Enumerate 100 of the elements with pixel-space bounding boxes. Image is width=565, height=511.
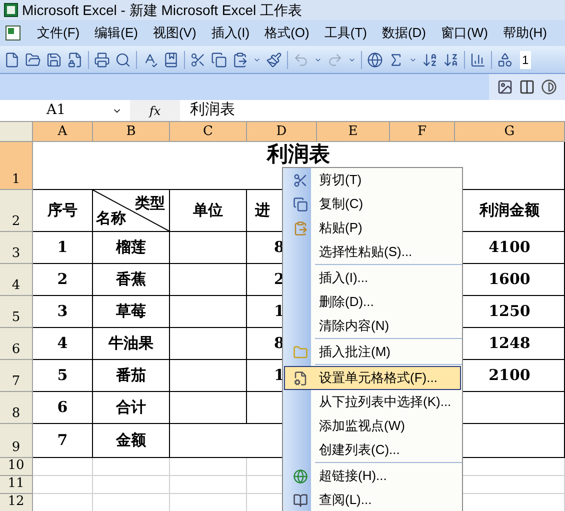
row-header[interactable]: 3 bbox=[0, 232, 33, 264]
folder-icon[interactable] bbox=[25, 52, 41, 68]
cell-text: 香蕉 bbox=[116, 269, 146, 290]
menu-item[interactable]: 插入(I)... bbox=[284, 266, 461, 290]
menu-item[interactable]: 编辑(E) bbox=[94, 23, 138, 43]
menu-item[interactable]: 粘贴(P) bbox=[284, 216, 461, 240]
row-header[interactable]: 12 bbox=[0, 494, 33, 511]
cell-text: 2100 bbox=[488, 365, 530, 386]
format-cells-icon bbox=[292, 370, 308, 386]
drawing-icon[interactable] bbox=[497, 52, 513, 68]
menu-item[interactable]: 创建列表(C)... bbox=[284, 438, 461, 462]
menu-item[interactable]: 选择性粘贴(S)... bbox=[284, 240, 461, 264]
menu-item[interactable]: 窗口(W) bbox=[441, 23, 488, 43]
menu-item[interactable]: 清除内容(N) bbox=[284, 314, 461, 338]
menu-item[interactable]: 视图(V) bbox=[152, 23, 196, 43]
research-icon bbox=[292, 492, 308, 508]
new-file-icon[interactable] bbox=[4, 52, 20, 68]
cell-text: 榴莲 bbox=[116, 237, 146, 258]
menu-item[interactable]: 剪切(T) bbox=[284, 168, 461, 192]
row-header[interactable]: 7 bbox=[0, 360, 33, 392]
column-header[interactable]: D bbox=[247, 122, 317, 142]
row-header[interactable]: 2 bbox=[0, 190, 33, 232]
cut-icon[interactable] bbox=[190, 52, 206, 68]
menu-item[interactable]: 复制(C) bbox=[284, 192, 461, 216]
paste-icon[interactable] bbox=[232, 52, 248, 68]
menu-item[interactable]: 删除(D)... bbox=[284, 290, 461, 314]
hyperlink-icon[interactable] bbox=[367, 52, 383, 68]
menu-item[interactable]: 从下拉列表中选择(K)... bbox=[284, 390, 461, 414]
menu-item[interactable]: 工具(T) bbox=[324, 23, 367, 43]
cell-text: 金额 bbox=[116, 430, 146, 452]
cell-text: 牛油果 bbox=[108, 333, 154, 354]
header-cell-text: 序号 bbox=[48, 200, 78, 222]
cell-text: 草莓 bbox=[116, 301, 146, 322]
workbook-icon[interactable] bbox=[4, 24, 22, 42]
cell-text: 3 bbox=[57, 301, 68, 322]
sort-ascending-icon[interactable] bbox=[422, 52, 438, 68]
cell-text: 6 bbox=[57, 397, 68, 418]
menu-item[interactable]: 数据(D) bbox=[382, 23, 426, 43]
research-icon[interactable] bbox=[163, 52, 179, 68]
fx-label[interactable]: fx bbox=[130, 102, 180, 120]
header-cell-text: 利润金额 bbox=[480, 200, 540, 222]
cell-text: 1 bbox=[274, 365, 284, 386]
row-header[interactable]: 1 bbox=[0, 142, 33, 190]
cell-text: 1600 bbox=[488, 269, 530, 290]
row-header[interactable]: 9 bbox=[0, 424, 33, 458]
menu-item[interactable]: 添加监视点(W) bbox=[284, 414, 461, 438]
header-cell-text: 名称 bbox=[96, 208, 126, 228]
picture-icon[interactable] bbox=[497, 79, 513, 95]
header-cell-text: 类型 bbox=[135, 193, 165, 214]
column-header[interactable]: E bbox=[317, 122, 390, 142]
cell-text: 合计 bbox=[116, 397, 146, 418]
menu-item[interactable]: 插入(I) bbox=[211, 23, 250, 43]
menu-item[interactable]: 设置单元格格式(F)... bbox=[284, 366, 461, 390]
row-header[interactable]: 4 bbox=[0, 264, 33, 296]
column-header[interactable]: F bbox=[390, 122, 455, 142]
name-box[interactable]: A1 bbox=[0, 100, 130, 121]
menu-item[interactable]: 查阅(L)... bbox=[284, 488, 461, 511]
font-size-field[interactable]: 1 bbox=[520, 50, 531, 68]
row-header[interactable]: 10 bbox=[0, 458, 33, 476]
copy-icon[interactable] bbox=[211, 52, 227, 68]
column-header[interactable]: G bbox=[455, 122, 565, 142]
cell-text: 1248 bbox=[488, 333, 530, 354]
column-header[interactable]: B bbox=[93, 122, 170, 142]
paste-icon bbox=[292, 220, 308, 236]
cut-icon bbox=[292, 172, 308, 188]
cell-text: 7 bbox=[57, 430, 68, 452]
menu-item[interactable]: 超链接(H)... bbox=[284, 464, 461, 488]
row-header[interactable]: 11 bbox=[0, 476, 33, 494]
header-cell-text: 单位 bbox=[193, 200, 223, 222]
format-painter-icon[interactable] bbox=[266, 52, 282, 68]
menu-item[interactable]: 文件(F) bbox=[37, 23, 80, 43]
save-icon[interactable] bbox=[46, 52, 62, 68]
sheet-title: 利润表 bbox=[267, 142, 330, 166]
menu-item[interactable]: 格式(O) bbox=[264, 23, 310, 43]
app-icon bbox=[4, 3, 18, 17]
cell-text: 2 bbox=[57, 269, 68, 290]
menu-item[interactable]: 插入批注(M) bbox=[284, 340, 461, 364]
chart-icon[interactable] bbox=[470, 52, 486, 68]
row-header[interactable]: 6 bbox=[0, 328, 33, 360]
column-header[interactable]: C bbox=[170, 122, 247, 142]
row-header[interactable]: 5 bbox=[0, 296, 33, 328]
row-header[interactable]: 8 bbox=[0, 392, 33, 424]
cell-text: 5 bbox=[57, 365, 68, 386]
cell-text: 1 bbox=[274, 301, 284, 322]
sort-descending-icon[interactable] bbox=[443, 52, 459, 68]
hyperlink-icon bbox=[292, 468, 308, 484]
permission-icon[interactable] bbox=[67, 52, 83, 68]
layout-icon[interactable] bbox=[519, 79, 535, 95]
printer-icon[interactable] bbox=[94, 52, 110, 68]
cell-text: 1250 bbox=[488, 301, 530, 322]
contrast-icon[interactable] bbox=[541, 79, 557, 95]
menu-item[interactable]: 帮助(H) bbox=[502, 23, 547, 43]
copy-icon bbox=[292, 196, 308, 212]
cell-text: 4100 bbox=[488, 237, 530, 258]
grid-cell bbox=[33, 458, 93, 476]
column-header[interactable]: A bbox=[33, 122, 93, 142]
header-cell-text: 进 bbox=[255, 200, 270, 222]
grid-cell bbox=[33, 476, 93, 494]
formula-field[interactable]: 利润表 bbox=[180, 100, 565, 121]
preview-icon[interactable] bbox=[115, 52, 131, 68]
